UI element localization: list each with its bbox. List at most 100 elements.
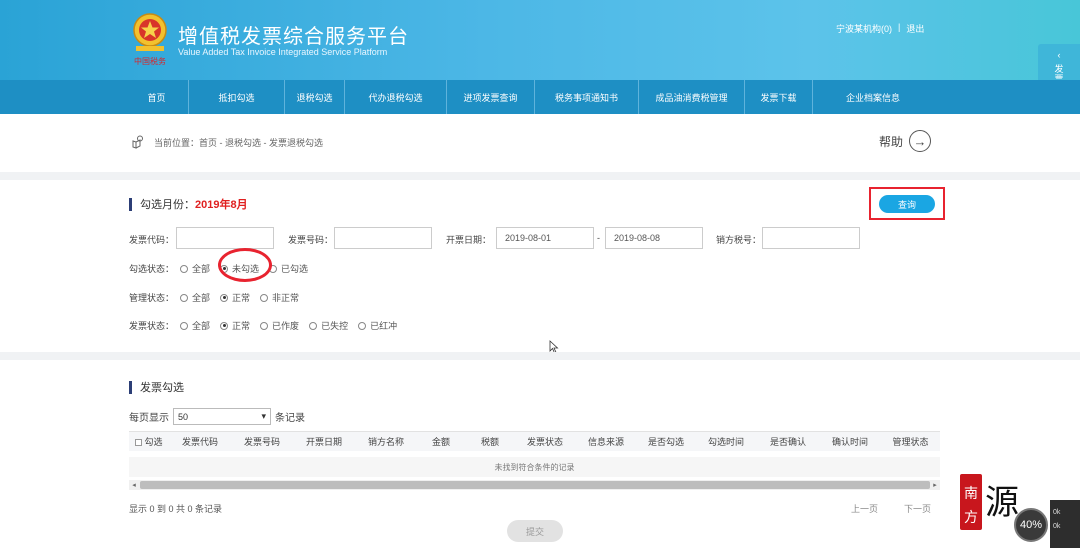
option-label: 已勾选 bbox=[281, 264, 309, 274]
nav-item-agent-refund[interactable]: 代办退税勾选 bbox=[345, 80, 447, 114]
col-manage-status: 管理状态 bbox=[892, 437, 929, 447]
invoice-status-all[interactable]: 全部 bbox=[180, 319, 210, 332]
zoom-side-line-2: 0k bbox=[1053, 523, 1061, 530]
nav-item-input-invoice-query[interactable]: 进项发票查询 bbox=[447, 80, 535, 114]
col-seller-name: 销方名称 bbox=[367, 437, 404, 447]
query-highlight-box: 查询 bbox=[869, 187, 945, 220]
table-empty-row: 未找到符合条件的记录 bbox=[129, 457, 940, 477]
nanfangyuan-watermark-logo: 南 方 源 bbox=[960, 474, 1019, 530]
invoice-status-voided[interactable]: 已作废 bbox=[260, 319, 299, 332]
invoice-status-normal[interactable]: 正常 bbox=[220, 319, 250, 332]
logout-link[interactable]: 退出 bbox=[906, 22, 924, 35]
check-month-heading: 勾选月份： 2019年8月 bbox=[129, 196, 248, 212]
scroll-left-icon[interactable]: ◂ bbox=[129, 480, 139, 490]
col-amount: 金额 bbox=[431, 437, 450, 447]
main-nav-items: 首页 抵扣勾选 退税勾选 代办退税勾选 进项发票查询 税务事项通知书 成品油消费… bbox=[125, 80, 933, 114]
checkbox-icon bbox=[135, 439, 143, 446]
nav-item-invoice-download[interactable]: 发票下载 bbox=[745, 80, 813, 114]
user-separator: | bbox=[898, 22, 901, 32]
nav-item-tax-notice[interactable]: 税务事项通知书 bbox=[535, 80, 639, 114]
col-invoice-status: 发票状态 bbox=[526, 437, 563, 447]
section-divider bbox=[0, 352, 1080, 360]
invoice-check-title: 发票勾选 bbox=[140, 382, 184, 394]
per-page-prefix: 每页显示 bbox=[129, 413, 169, 424]
zoom-side-panel: 0k 0k bbox=[1050, 500, 1080, 548]
date-to-input[interactable]: 2019-08-08 bbox=[605, 227, 703, 249]
section-bar bbox=[129, 380, 132, 394]
platform-title: 增值税发票综合服务平台 bbox=[178, 24, 409, 48]
nav-item-refund[interactable]: 退税勾选 bbox=[285, 80, 345, 114]
invoice-status-red-reversed[interactable]: 已红冲 bbox=[358, 319, 397, 332]
invoice-code-input[interactable] bbox=[176, 227, 274, 249]
radio-icon bbox=[358, 321, 367, 330]
seller-tax-label: 销方税号： bbox=[716, 235, 762, 245]
logo-text: 中国税务 bbox=[134, 56, 166, 66]
location-map-icon bbox=[132, 135, 143, 149]
scroll-thumb[interactable] bbox=[140, 481, 930, 489]
pagination: 上一页 下一页 bbox=[851, 502, 931, 515]
help-link[interactable]: 帮助 → bbox=[879, 130, 932, 152]
check-status-label: 勾选状态： bbox=[129, 264, 175, 274]
radio-icon bbox=[260, 293, 269, 302]
scroll-right-icon[interactable]: ▸ bbox=[930, 480, 940, 490]
nav-item-deduction[interactable]: 抵扣勾选 bbox=[189, 80, 285, 114]
radio-icon bbox=[260, 321, 269, 330]
nav-item-company-profile[interactable]: 企业档案信息 bbox=[813, 80, 933, 114]
nav-item-home[interactable]: 首页 bbox=[125, 80, 189, 114]
col-check[interactable]: 勾选 bbox=[129, 435, 169, 448]
per-page-value: 50 bbox=[178, 411, 189, 422]
option-label: 正常 bbox=[232, 321, 251, 331]
prev-page-link[interactable]: 上一页 bbox=[851, 502, 878, 515]
query-button[interactable]: 查询 bbox=[879, 195, 935, 213]
zoom-indicator[interactable]: 40% bbox=[1014, 508, 1048, 542]
submit-button[interactable]: 提交 bbox=[507, 520, 563, 542]
wm-char-2: 方 bbox=[964, 510, 978, 526]
manage-status-group: 管理状态： 全部 正常 非正常 bbox=[129, 291, 309, 304]
table-horizontal-scrollbar[interactable]: ◂ ▸ bbox=[129, 480, 940, 490]
nav-item-oil-tax[interactable]: 成品油消费税管理 bbox=[639, 80, 745, 114]
user-name[interactable]: 宁波某机构(0) bbox=[836, 22, 892, 35]
zoom-side-line-1: 0k bbox=[1053, 509, 1061, 516]
breadcrumb-text: 当前位置：首页 - 退税勾选 - 发票退税勾选 bbox=[154, 137, 323, 148]
col-invoice-code: 发票代码 bbox=[181, 437, 218, 447]
option-label: 正常 bbox=[232, 293, 251, 303]
col-check-time: 勾选时间 bbox=[707, 437, 744, 447]
manage-status-normal[interactable]: 正常 bbox=[220, 291, 250, 304]
invoice-number-label: 发票号码： bbox=[288, 235, 334, 245]
manage-status-abnormal[interactable]: 非正常 bbox=[260, 291, 299, 304]
manage-status-label: 管理状态： bbox=[129, 293, 175, 303]
invoice-status-lost-control[interactable]: 已失控 bbox=[309, 319, 348, 332]
col-invoice-number: 发票号码 bbox=[243, 437, 280, 447]
col-confirm-time: 确认时间 bbox=[831, 437, 868, 447]
user-links: 宁波某机构(0) | 退出 bbox=[836, 22, 924, 35]
option-label: 已红冲 bbox=[370, 321, 398, 331]
check-status-all[interactable]: 全部 bbox=[180, 262, 210, 275]
check-month-label: 勾选月份： bbox=[140, 199, 195, 211]
invoice-code-label: 发票代码： bbox=[129, 235, 175, 245]
section-divider bbox=[0, 172, 1080, 180]
platform-subtitle: Value Added Tax Invoice Integrated Servi… bbox=[178, 47, 388, 57]
per-page-select[interactable]: 50 ▾ bbox=[173, 408, 271, 425]
section-bar bbox=[129, 197, 132, 211]
next-page-link[interactable]: 下一页 bbox=[904, 502, 931, 515]
option-label: 全部 bbox=[192, 321, 211, 331]
records-summary: 显示 0 到 0 共 0 条记录 bbox=[129, 504, 223, 514]
unchecked-highlight-circle bbox=[218, 248, 272, 282]
invoice-number-input[interactable] bbox=[334, 227, 432, 249]
date-from-input[interactable]: 2019-08-01 bbox=[496, 227, 594, 249]
invoice-status-group: 发票状态： 全部 正常 已作废 已失控 已红冲 bbox=[129, 319, 407, 332]
per-page-suffix: 条记录 bbox=[275, 413, 305, 424]
option-label: 全部 bbox=[192, 293, 211, 303]
header-banner: 中国税务 增值税发票综合服务平台 Value Added Tax Invoice… bbox=[0, 0, 1080, 80]
manage-status-all[interactable]: 全部 bbox=[180, 291, 210, 304]
check-status-checked[interactable]: 已勾选 bbox=[269, 262, 308, 275]
col-label: 勾选 bbox=[144, 437, 163, 447]
option-label: 已作废 bbox=[272, 321, 300, 331]
seller-tax-input[interactable] bbox=[762, 227, 860, 249]
invoice-date-label: 开票日期： bbox=[446, 235, 492, 245]
breadcrumb: 当前位置：首页 - 退税勾选 - 发票退税勾选 bbox=[130, 134, 323, 150]
tax-emblem-logo: 中国税务 bbox=[133, 13, 167, 66]
wm-char-1: 南 bbox=[964, 486, 978, 502]
caret-down-icon: ▾ bbox=[261, 411, 266, 421]
col-invoice-date: 开票日期 bbox=[305, 437, 342, 447]
